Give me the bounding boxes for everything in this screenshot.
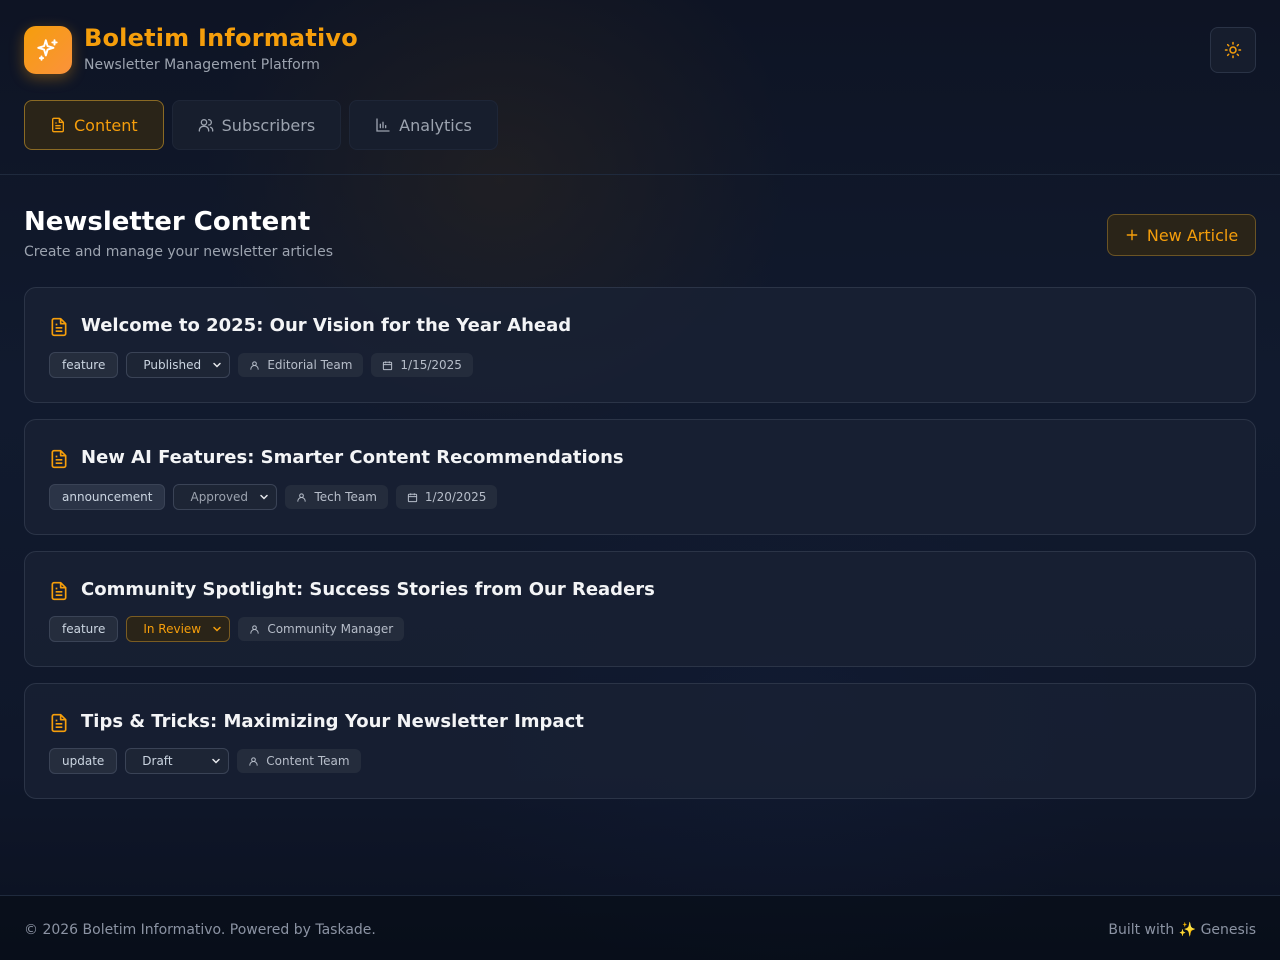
document-icon (52, 117, 64, 133)
article-card[interactable]: Welcome to 2025: Our Vision for the Year… (24, 287, 1256, 403)
tab-label: Content (74, 115, 138, 135)
chevron-down-icon (260, 494, 269, 500)
author-name: Content Team (266, 754, 350, 768)
new-article-button[interactable]: New Article (1107, 214, 1256, 256)
plus-icon (1126, 229, 1138, 241)
author-chip: Tech Team (285, 485, 388, 509)
category-tag: announcement (49, 484, 166, 510)
document-icon (49, 580, 69, 606)
status-select[interactable]: Draft (125, 748, 230, 774)
document-icon (49, 316, 69, 342)
category-tag: feature (49, 352, 119, 378)
status-value: Draft (142, 754, 173, 768)
author-chip: Editorial Team (238, 353, 364, 377)
tab-label: Analytics (399, 115, 472, 135)
document-icon (49, 448, 69, 474)
document-icon (49, 712, 69, 738)
user-icon (250, 360, 259, 370)
tab-analytics[interactable]: Analytics (349, 100, 498, 150)
footer-built-with: Built with ✨ Genesis (1108, 922, 1256, 938)
article-meta: update Draft Content Team (49, 748, 361, 774)
category-tag: feature (49, 616, 119, 642)
status-select[interactable]: Approved (173, 484, 278, 510)
status-value: Published (143, 358, 202, 372)
user-icon (249, 756, 258, 766)
article-meta: feature Published Editorial Team 1/15/20… (49, 352, 473, 378)
article-card[interactable]: New AI Features: Smarter Content Recomme… (24, 419, 1256, 535)
article-title: Welcome to 2025: Our Vision for the Year… (81, 315, 572, 336)
status-select[interactable]: Published (126, 352, 231, 378)
app-header: Boletim Informativo Newsletter Managemen… (0, 0, 1280, 175)
article-card[interactable]: Tips & Tricks: Maximizing Your Newslette… (24, 683, 1256, 799)
user-icon (297, 492, 307, 502)
calendar-icon (407, 492, 418, 502)
page-subtitle: Create and manage your newsletter articl… (24, 244, 334, 260)
article-meta: feature In Review Community Manager (49, 616, 405, 642)
page-title: Newsletter Content (24, 207, 311, 237)
tab-content[interactable]: Content (24, 100, 164, 150)
users-icon (198, 119, 213, 132)
main-tabs: Content Subscribers Analytics (24, 100, 498, 150)
app-logo (24, 26, 72, 74)
date-chip: 1/20/2025 (395, 485, 498, 509)
article-card[interactable]: Community Spotlight: Success Stories fro… (24, 551, 1256, 667)
author-chip: Content Team (237, 749, 361, 773)
article-title: Tips & Tricks: Maximizing Your Newslette… (81, 711, 584, 732)
chevron-down-icon (213, 626, 222, 632)
tab-subscribers[interactable]: Subscribers (171, 100, 342, 150)
article-date: 1/20/2025 (424, 490, 487, 504)
bar-chart-icon (376, 118, 390, 132)
theme-toggle-button[interactable] (1210, 27, 1256, 73)
sun-icon (1224, 41, 1242, 59)
article-title: New AI Features: Smarter Content Recomme… (81, 447, 624, 468)
page-footer: © 2026 Boletim Informativo. Powered by T… (0, 895, 1280, 960)
status-select[interactable]: In Review (126, 616, 231, 642)
app-subtitle: Newsletter Management Platform (84, 57, 320, 73)
author-name: Editorial Team (267, 358, 353, 372)
sparkles-icon (37, 39, 58, 61)
category-tag: update (49, 748, 118, 774)
calendar-icon (383, 360, 393, 370)
author-name: Tech Team (314, 490, 377, 504)
article-meta: announcement Approved Tech Team 1/20/202… (49, 484, 498, 510)
article-title: Community Spotlight: Success Stories fro… (81, 579, 655, 600)
tab-label: Subscribers (221, 115, 316, 135)
chevron-down-icon (212, 758, 221, 764)
app-title: Boletim Informativo (84, 24, 358, 52)
article-date: 1/15/2025 (400, 358, 462, 372)
status-value: In Review (143, 622, 202, 636)
user-icon (250, 624, 259, 634)
new-article-label: New Article (1146, 225, 1239, 245)
date-chip: 1/15/2025 (371, 353, 473, 377)
status-value: Approved (190, 490, 249, 504)
author-chip: Community Manager (238, 617, 405, 641)
chevron-down-icon (213, 362, 222, 368)
author-name: Community Manager (267, 622, 394, 636)
footer-copyright: © 2026 Boletim Informativo. Powered by T… (24, 922, 376, 938)
